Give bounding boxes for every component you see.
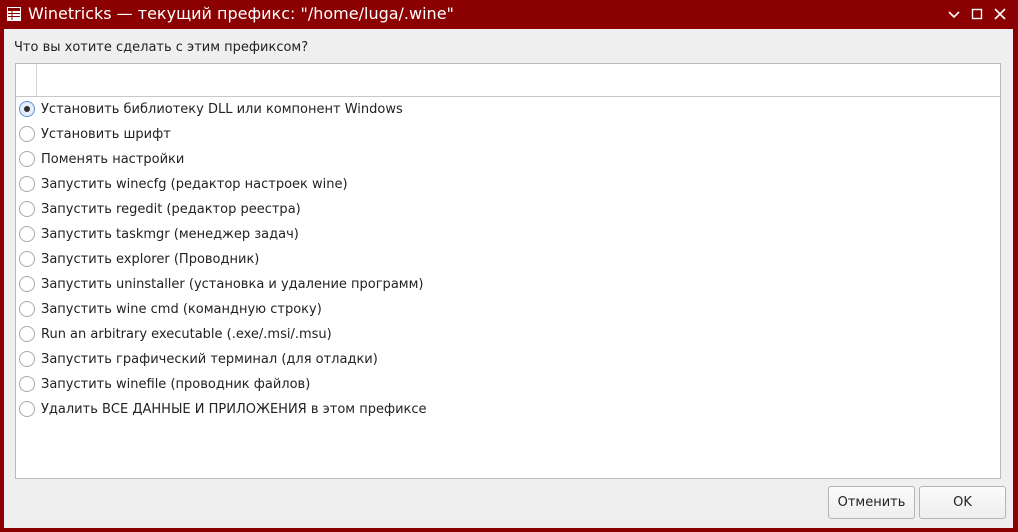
option-label: Запустить regedit (редактор реестра): [41, 202, 301, 217]
radio-button[interactable]: [19, 301, 35, 317]
option-label: Удалить ВСЕ ДАННЫЕ И ПРИЛОЖЕНИЯ в этом п…: [41, 402, 427, 417]
option-row[interactable]: Запустить explorer (Проводник): [16, 247, 1000, 272]
option-row[interactable]: Установить библиотеку DLL или компонент …: [16, 97, 1000, 122]
minimize-icon[interactable]: [945, 5, 963, 23]
option-label: Запустить графический терминал (для отла…: [41, 352, 378, 367]
radio-button[interactable]: [19, 326, 35, 342]
radio-button-checked[interactable]: [19, 101, 35, 117]
radio-button[interactable]: [19, 401, 35, 417]
list-header-select-column[interactable]: [16, 64, 37, 96]
option-row[interactable]: Run an arbitrary executable (.exe/.msi/.…: [16, 322, 1000, 347]
option-label: Запустить winecfg (редактор настроек win…: [41, 177, 348, 192]
options-list: Установить библиотеку DLL или компонент …: [15, 63, 1001, 479]
window-title: Winetricks — текущий префикс: "/home/lug…: [28, 4, 454, 23]
option-label: Запустить explorer (Проводник): [41, 252, 260, 267]
radio-button[interactable]: [19, 126, 35, 142]
option-label: Установить библиотеку DLL или компонент …: [41, 102, 403, 117]
list-header-label-column[interactable]: [37, 64, 1000, 96]
app-window-icon: [7, 7, 21, 21]
option-row[interactable]: Запустить taskmgr (менеджер задач): [16, 222, 1000, 247]
option-label: Запустить taskmgr (менеджер задач): [41, 227, 299, 242]
ok-button[interactable]: OK: [919, 486, 1006, 519]
radio-button[interactable]: [19, 176, 35, 192]
radio-button[interactable]: [19, 376, 35, 392]
option-label: Run an arbitrary executable (.exe/.msi/.…: [41, 327, 332, 342]
option-row[interactable]: Запустить uninstaller (установка и удале…: [16, 272, 1000, 297]
options-list-body: Установить библиотеку DLL или компонент …: [16, 97, 1000, 422]
option-label: Запустить wine cmd (командную строку): [41, 302, 322, 317]
close-icon[interactable]: [991, 5, 1009, 23]
option-row[interactable]: Запустить wine cmd (командную строку): [16, 297, 1000, 322]
radio-button[interactable]: [19, 151, 35, 167]
option-row[interactable]: Запустить winecfg (редактор настроек win…: [16, 172, 1000, 197]
dialog-body: Что вы хотите сделать с этим префиксом? …: [4, 29, 1013, 528]
radio-button[interactable]: [19, 201, 35, 217]
list-header: [16, 64, 1000, 97]
cancel-button[interactable]: Отменить: [828, 486, 915, 519]
option-label: Поменять настройки: [41, 152, 185, 167]
radio-button[interactable]: [19, 351, 35, 367]
option-row[interactable]: Запустить графический терминал (для отла…: [16, 347, 1000, 372]
option-label: Установить шрифт: [41, 127, 171, 142]
radio-button[interactable]: [19, 251, 35, 267]
option-label: Запустить uninstaller (установка и удале…: [41, 277, 424, 292]
winetricks-window: Winetricks — текущий префикс: "/home/lug…: [0, 0, 1018, 532]
option-row[interactable]: Запустить regedit (редактор реестра): [16, 197, 1000, 222]
radio-button[interactable]: [19, 226, 35, 242]
maximize-icon[interactable]: [968, 5, 986, 23]
option-row[interactable]: Поменять настройки: [16, 147, 1000, 172]
option-row[interactable]: Запустить winefile (проводник файлов): [16, 372, 1000, 397]
option-label: Запустить winefile (проводник файлов): [41, 377, 311, 392]
title-bar[interactable]: Winetricks — текущий префикс: "/home/lug…: [0, 0, 1018, 29]
radio-button[interactable]: [19, 276, 35, 292]
question-label: Что вы хотите сделать с этим префиксом?: [14, 40, 309, 55]
option-row[interactable]: Установить шрифт: [16, 122, 1000, 147]
option-row[interactable]: Удалить ВСЕ ДАННЫЕ И ПРИЛОЖЕНИЯ в этом п…: [16, 397, 1000, 422]
